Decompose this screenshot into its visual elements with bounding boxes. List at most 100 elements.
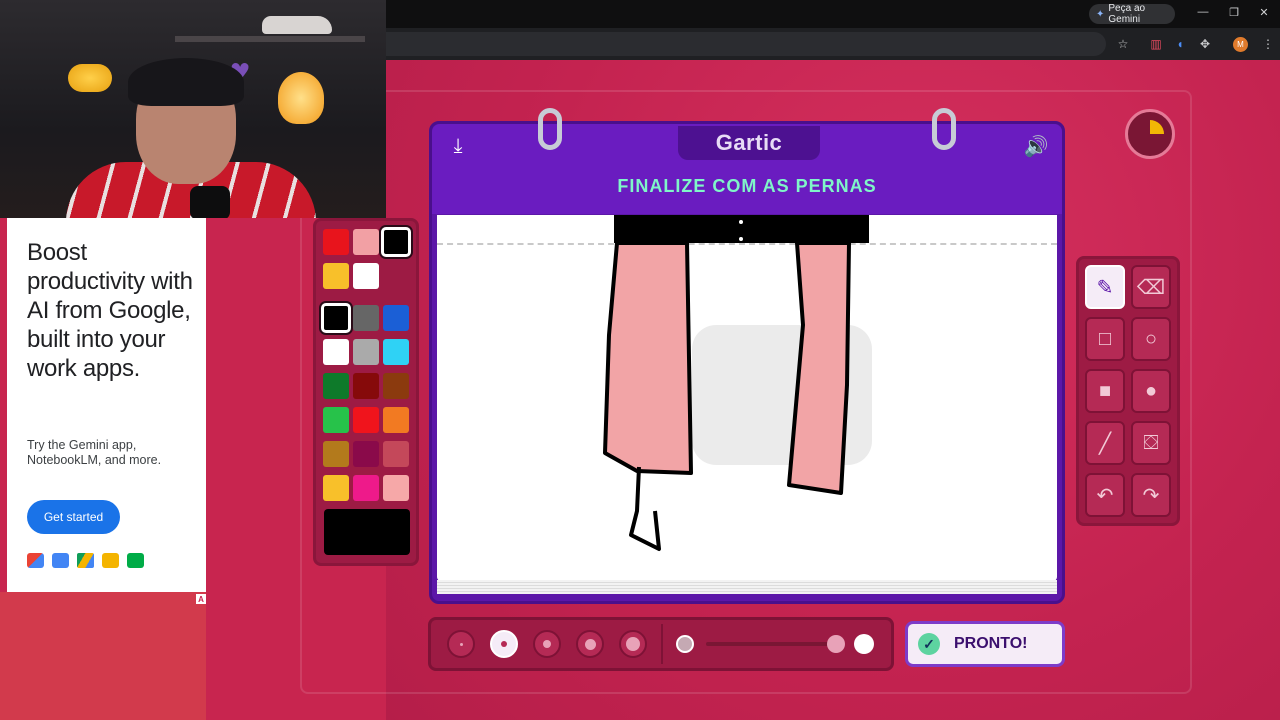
color-swatch[interactable]: [383, 339, 409, 365]
lamp: [68, 64, 112, 92]
cast-icon[interactable]: ◖: [1172, 36, 1188, 52]
button-dot: [739, 237, 743, 241]
docs-icon: [102, 553, 119, 568]
webcam-overlay: ♥: [0, 0, 386, 218]
drawing-instruction: FINALIZE COM AS PERNAS: [617, 176, 877, 196]
shelf: [175, 36, 365, 42]
color-swatch[interactable]: [353, 305, 379, 331]
circle-outline-tool-icon[interactable]: ○: [1131, 317, 1171, 361]
opacity-high-icon: [854, 634, 874, 654]
eraser-tool-icon[interactable]: ⌫: [1131, 265, 1171, 309]
brush-size-4[interactable]: [576, 630, 604, 658]
color-swatch[interactable]: [353, 475, 379, 501]
color-swatch[interactable]: [353, 373, 379, 399]
tool-panel: ✎ ⌫ □ ○ ■ ● ╱ ⛋ ↶ ↷: [1076, 256, 1180, 526]
controls-divider: [661, 624, 663, 664]
adchoices-badge[interactable]: A: [196, 594, 206, 604]
calendar-icon: [52, 553, 69, 568]
color-swatch[interactable]: [321, 303, 351, 333]
lamp: [278, 72, 324, 124]
rectangle-outline-tool-icon[interactable]: □: [1085, 317, 1125, 361]
background-corner: [0, 592, 206, 720]
undo-icon[interactable]: ↶: [1085, 473, 1125, 517]
button-dot: [739, 220, 743, 224]
color-swatch[interactable]: [323, 263, 349, 289]
gemini-icon: ✦: [1096, 8, 1105, 20]
streamer-cap: [128, 58, 244, 106]
drawing-canvas[interactable]: [437, 215, 1057, 581]
color-swatch[interactable]: [383, 305, 409, 331]
color-palette: [313, 218, 419, 566]
restore-icon[interactable]: ❐: [1227, 6, 1241, 19]
color-swatch[interactable]: [323, 407, 349, 433]
color-swatch[interactable]: [323, 441, 349, 467]
notebook-pages: [437, 580, 1057, 594]
brush-size-5[interactable]: [619, 630, 647, 658]
color-swatch[interactable]: [323, 373, 349, 399]
opacity-low-icon: [676, 635, 694, 653]
brush-size-1[interactable]: [447, 630, 475, 658]
drawing-board: ⤓ Gartic 🔊 FINALIZE COM AS PERNAS: [429, 108, 1065, 604]
bookmark-star-icon[interactable]: ☆: [1115, 36, 1131, 52]
profile-avatar[interactable]: M: [1233, 37, 1248, 52]
download-icon[interactable]: ⤓: [446, 134, 470, 158]
gmail-icon: [27, 553, 44, 568]
right-leg-stroke: [787, 241, 851, 495]
binder-ring: [932, 108, 956, 150]
close-icon[interactable]: ✕: [1257, 6, 1271, 19]
foot-stroke: [629, 466, 661, 551]
gartic-logo: Gartic: [678, 126, 820, 160]
brush-size-2[interactable]: [490, 630, 518, 658]
opacity-slider-handle[interactable]: [827, 635, 845, 653]
left-leg-stroke: [603, 241, 693, 475]
sound-icon[interactable]: 🔊: [1022, 134, 1050, 158]
get-started-button[interactable]: Get started: [27, 500, 120, 534]
ad-subtext: Try the Gemini app, NotebookLM, and more…: [27, 438, 162, 467]
line-tool-icon[interactable]: ╱: [1085, 421, 1125, 465]
menu-kebab-icon[interactable]: ⋮: [1260, 36, 1276, 52]
microphone: [190, 186, 230, 218]
color-swatch[interactable]: [353, 441, 379, 467]
board-header: ⤓ Gartic 🔊 FINALIZE COM AS PERNAS: [432, 124, 1062, 214]
circle-fill-tool-icon[interactable]: ●: [1131, 369, 1171, 413]
color-swatch[interactable]: [323, 339, 349, 365]
ad-headline: Boost productivity with AI from Google, …: [27, 239, 193, 382]
drive-icon: [77, 553, 94, 568]
done-button-label: PRONTO!: [954, 635, 1028, 652]
color-swatch[interactable]: [323, 475, 349, 501]
current-color-preview[interactable]: [324, 509, 410, 555]
extensions-puzzle-icon[interactable]: ✥: [1197, 36, 1213, 52]
binder-ring: [538, 108, 562, 150]
google-ad[interactable]: Boost productivity with AI from Google, …: [7, 218, 206, 592]
color-swatch[interactable]: [381, 227, 411, 257]
redo-icon[interactable]: ↷: [1131, 473, 1171, 517]
color-swatch[interactable]: [383, 475, 409, 501]
meet-icon: [127, 553, 144, 568]
color-swatch[interactable]: [383, 407, 409, 433]
minimize-icon[interactable]: —: [1196, 6, 1210, 18]
fill-bucket-tool-icon[interactable]: ⛋: [1131, 421, 1171, 465]
workspace-app-icons: [27, 553, 144, 568]
done-button[interactable]: ✓ PRONTO!: [905, 621, 1065, 667]
brush-controls: [428, 617, 894, 671]
color-swatch[interactable]: [383, 373, 409, 399]
opacity-slider[interactable]: [706, 642, 836, 646]
pencil-tool-icon[interactable]: ✎: [1085, 265, 1125, 309]
drawing-strokes: [603, 215, 872, 551]
extension-icon[interactable]: ▥: [1148, 36, 1164, 52]
color-swatch[interactable]: [383, 441, 409, 467]
address-bar[interactable]: [386, 32, 1106, 56]
color-swatch[interactable]: [353, 263, 379, 289]
color-swatch[interactable]: [353, 339, 379, 365]
color-swatch[interactable]: [323, 229, 349, 255]
timer-progress: [1136, 120, 1164, 148]
color-swatch[interactable]: [353, 407, 379, 433]
ask-gemini-label: Peça ao Gemini: [1108, 3, 1146, 25]
brush-size-3[interactable]: [533, 630, 561, 658]
ask-gemini-button[interactable]: ✦ Peça ao Gemini: [1089, 3, 1175, 25]
color-swatch[interactable]: [353, 229, 379, 255]
round-timer: [1125, 109, 1175, 159]
check-icon: ✓: [918, 633, 940, 655]
rectangle-fill-tool-icon[interactable]: ■: [1085, 369, 1125, 413]
toy-car: [262, 16, 332, 34]
